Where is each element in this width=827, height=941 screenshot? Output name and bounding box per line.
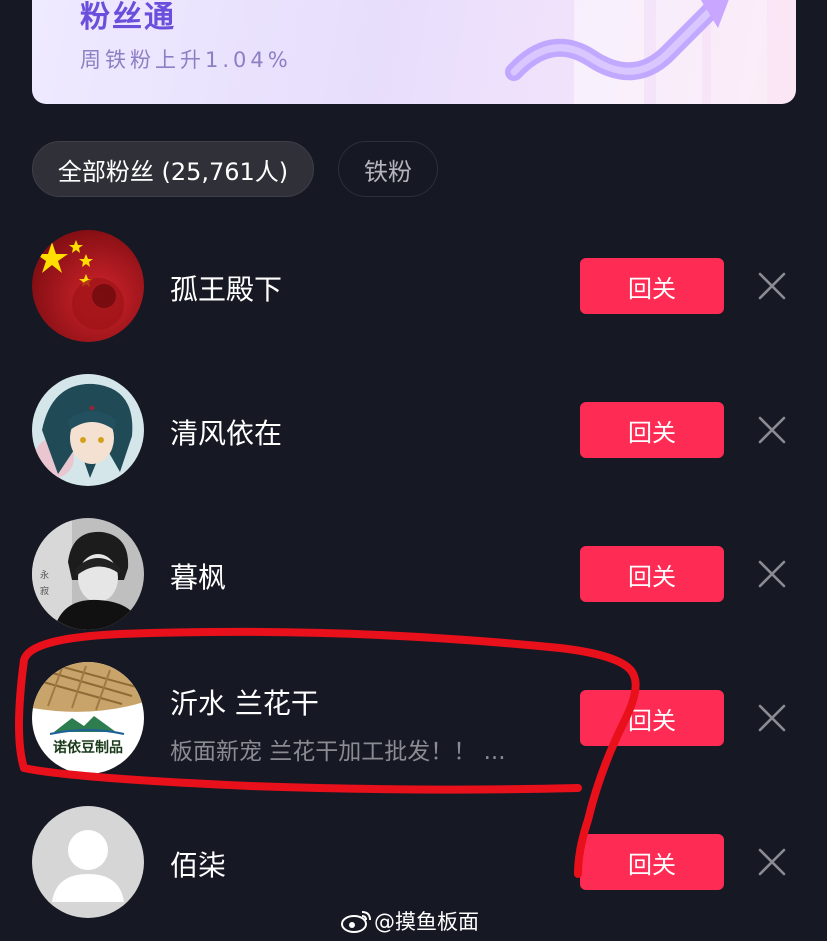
watermark-text: @摸鱼板面 xyxy=(374,910,479,934)
follower-name: 清风依在 xyxy=(170,417,283,450)
follow-back-button[interactable]: 回关 xyxy=(580,402,724,458)
close-icon[interactable] xyxy=(756,558,788,590)
avatar[interactable]: 永 寂 xyxy=(32,518,144,630)
follow-back-button[interactable]: 回关 xyxy=(580,690,724,746)
follow-back-button[interactable]: 回关 xyxy=(580,258,724,314)
close-icon[interactable] xyxy=(756,846,788,878)
close-icon[interactable] xyxy=(756,270,788,302)
weibo-icon xyxy=(341,911,371,933)
watermark: @摸鱼板面 xyxy=(340,906,479,936)
list-item[interactable]: 诺依豆制品 沂水 兰花干 板面新宠 兰花干加工批发！！ ... 回关 xyxy=(0,662,827,774)
avatar[interactable] xyxy=(32,806,144,918)
follow-back-button[interactable]: 回关 xyxy=(580,546,724,602)
svg-text:永: 永 xyxy=(40,569,49,581)
tab-all-fans[interactable]: 全部粉丝 (25,761人) xyxy=(32,141,314,197)
avatar[interactable] xyxy=(32,230,144,342)
close-icon[interactable] xyxy=(756,414,788,446)
avatar[interactable] xyxy=(32,374,144,486)
fans-promo-banner[interactable]: 粉丝通 周铁粉上升1.04% xyxy=(32,0,796,104)
follower-name: 孤王殿下 xyxy=(170,273,283,306)
follow-back-button[interactable]: 回关 xyxy=(580,834,724,890)
close-icon[interactable] xyxy=(756,702,788,734)
trend-arrow-icon xyxy=(505,0,767,104)
banner-subtitle: 周铁粉上升1.04% xyxy=(80,48,292,72)
avatar-brand-text: 诺依豆制品 xyxy=(53,739,123,756)
follower-name: 沂水 兰花干 xyxy=(170,687,319,720)
list-item[interactable]: 佰柒 回关 xyxy=(0,806,827,918)
avatar[interactable]: 诺依豆制品 xyxy=(32,662,144,774)
list-item[interactable]: 清风依在 回关 xyxy=(0,374,827,486)
list-item[interactable]: 永 寂 暮枫 回关 xyxy=(0,518,827,630)
svg-text:寂: 寂 xyxy=(40,585,49,597)
tab-iron-fans[interactable]: 铁粉 xyxy=(338,141,438,197)
banner-title: 粉丝通 xyxy=(80,0,176,35)
follower-bio: 板面新宠 兰花干加工批发！！ ... xyxy=(170,739,506,765)
list-item[interactable]: 孤王殿下 回关 xyxy=(0,230,827,342)
follower-name: 暮枫 xyxy=(170,561,227,594)
follower-name: 佰柒 xyxy=(170,849,227,882)
